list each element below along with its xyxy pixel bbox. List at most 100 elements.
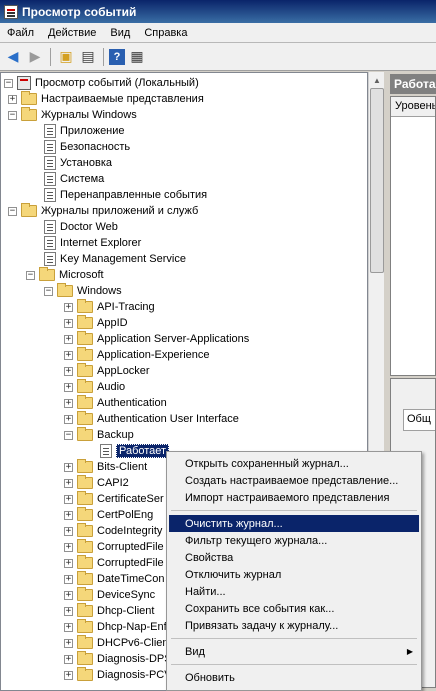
expand-icon[interactable]: + [64, 670, 73, 680]
tree-item-log[interactable]: Система [44, 171, 104, 187]
tree-item-windows[interactable]: − Windows [44, 283, 122, 299]
menu-action[interactable]: Действие [41, 27, 103, 39]
log-icon [44, 188, 56, 202]
menu-item-save-all-events[interactable]: Сохранить все события как... [169, 600, 419, 617]
up-folder-icon[interactable]: ▣ [56, 47, 76, 67]
expand-icon[interactable]: + [64, 494, 73, 504]
tree-item-folder[interactable]: + DeviceSync [64, 587, 155, 603]
tree-item-selected-log[interactable]: Работает [100, 443, 170, 459]
expand-icon[interactable]: + [64, 606, 73, 616]
collapse-icon[interactable]: − [44, 286, 53, 296]
tree-item-folder[interactable]: + Audio [64, 379, 125, 395]
expand-icon[interactable]: + [64, 542, 73, 552]
tree-item-folder[interactable]: + AppLocker [64, 363, 150, 379]
menu-item-properties[interactable]: Свойства [169, 549, 419, 566]
collapse-icon[interactable]: − [4, 78, 13, 88]
tree-item-log[interactable]: Приложение [44, 123, 125, 139]
expand-icon[interactable]: + [64, 318, 73, 328]
folder-icon [77, 315, 93, 329]
collapse-icon[interactable]: − [26, 270, 35, 280]
properties-icon[interactable]: ▦ [127, 47, 147, 67]
tree-item-log[interactable]: Безопасность [44, 139, 130, 155]
tab-general[interactable]: Общ [403, 409, 435, 431]
tree-item-folder[interactable]: + API-Tracing [64, 299, 155, 315]
tree-item-folder[interactable]: + AppID [64, 315, 128, 331]
show-hide-tree-icon[interactable]: ▤ [78, 47, 98, 67]
menu-view[interactable]: Вид [103, 27, 137, 39]
tree-item-windows-logs[interactable]: − Журналы Windows [8, 107, 137, 123]
tree-item-app-logs[interactable]: − Журналы приложений и служб [8, 203, 198, 219]
scroll-thumb[interactable] [370, 88, 384, 273]
tree-item-folder[interactable]: + CorruptedFile [64, 539, 164, 555]
tree-item-folder[interactable]: + Application-Experience [64, 347, 210, 363]
tree-item-log[interactable]: Internet Explorer [44, 235, 141, 251]
expand-icon[interactable]: + [64, 414, 73, 424]
back-icon[interactable]: ◀ [3, 47, 23, 67]
expand-icon[interactable]: + [64, 462, 73, 472]
collapse-icon[interactable]: − [8, 206, 17, 216]
collapse-icon[interactable]: − [64, 430, 73, 440]
forward-icon[interactable]: ▶ [25, 47, 45, 67]
menu-item-find[interactable]: Найти... [169, 583, 419, 600]
tree-item-folder[interactable]: + Application Server-Applications [64, 331, 249, 347]
expand-icon[interactable]: + [64, 398, 73, 408]
scroll-up-arrow-icon[interactable]: ▲ [369, 72, 385, 88]
menu-item-view[interactable]: Вид ▶ [169, 643, 419, 660]
expand-icon[interactable]: + [64, 478, 73, 488]
tree-item-folder[interactable]: + Bits-Client [64, 459, 147, 475]
log-icon [44, 220, 56, 234]
tree-item-backup[interactable]: − Backup [64, 427, 134, 443]
tree-item-folder[interactable]: + Dhcp-Nap-Enf [64, 619, 167, 635]
tree-item-folder[interactable]: + DHCPv6-Clien [64, 635, 169, 651]
menu-item-attach-task[interactable]: Привязать задачу к журналу... [169, 617, 419, 634]
tree-item-folder[interactable]: + Authentication [64, 395, 167, 411]
tree-item-log[interactable]: Key Management Service [44, 251, 186, 267]
tree-item-label: Установка [60, 157, 112, 169]
help-icon[interactable]: ? [109, 48, 125, 65]
menu-file[interactable]: Файл [0, 27, 41, 39]
expand-icon[interactable]: + [64, 638, 73, 648]
menu-item-import-custom-view[interactable]: Импорт настраиваемого представления [169, 489, 419, 506]
tree-root[interactable]: − Просмотр событий (Локальный) [4, 75, 199, 91]
menu-help[interactable]: Справка [137, 27, 194, 39]
menu-item-filter-log[interactable]: Фильтр текущего журнала... [169, 532, 419, 549]
expand-icon[interactable]: + [64, 590, 73, 600]
tree-item-folder[interactable]: + CodeIntegrity [64, 523, 162, 539]
expand-icon[interactable]: + [8, 94, 17, 104]
tree-item-folder[interactable]: + CertificateSer [64, 491, 164, 507]
menu-item-clear-log[interactable]: Очистить журнал... [169, 515, 419, 532]
expand-icon[interactable]: + [64, 302, 73, 312]
folder-icon [77, 523, 93, 537]
tree-item-log[interactable]: Установка [44, 155, 112, 171]
tree-item-folder[interactable]: + Authentication User Interface [64, 411, 239, 427]
expand-icon[interactable]: + [64, 654, 73, 664]
menu-item-open-saved-log[interactable]: Открыть сохраненный журнал... [169, 455, 419, 472]
menu-item-refresh[interactable]: Обновить [169, 669, 419, 686]
tree-item-log[interactable]: Перенаправленные события [44, 187, 207, 203]
tree-item-microsoft[interactable]: − Microsoft [26, 267, 104, 283]
tree-item-folder[interactable]: + CorruptedFile [64, 555, 164, 571]
expand-icon[interactable]: + [64, 382, 73, 392]
events-list[interactable]: Уровень [390, 96, 436, 376]
menu-item-disable-log[interactable]: Отключить журнал [169, 566, 419, 583]
tree-item-custom-views[interactable]: + Настраиваемые представления [8, 91, 204, 107]
tree-item-log[interactable]: Doctor Web [44, 219, 118, 235]
expand-icon[interactable]: + [64, 558, 73, 568]
column-header-level[interactable]: Уровень [391, 97, 435, 117]
expand-icon[interactable]: + [64, 334, 73, 344]
expand-icon[interactable]: + [64, 350, 73, 360]
expand-icon[interactable]: + [64, 526, 73, 536]
tree-item-folder[interactable]: + DateTimeCon [64, 571, 164, 587]
tree-item-folder[interactable]: + Diagnosis-PCV [64, 667, 172, 683]
collapse-icon[interactable]: − [8, 110, 17, 120]
expand-icon[interactable]: + [64, 510, 73, 520]
tree-item-folder[interactable]: + CertPolEng [64, 507, 153, 523]
expand-icon[interactable]: + [64, 622, 73, 632]
expand-icon[interactable]: + [64, 574, 73, 584]
title-bar: Просмотр событий [0, 0, 436, 23]
expand-icon[interactable]: + [64, 366, 73, 376]
menu-item-create-custom-view[interactable]: Создать настраиваемое представление... [169, 472, 419, 489]
tree-item-folder[interactable]: + CAPI2 [64, 475, 129, 491]
tree-item-folder[interactable]: + Dhcp-Client [64, 603, 154, 619]
tree-item-folder[interactable]: + Diagnosis-DPS [64, 651, 172, 667]
